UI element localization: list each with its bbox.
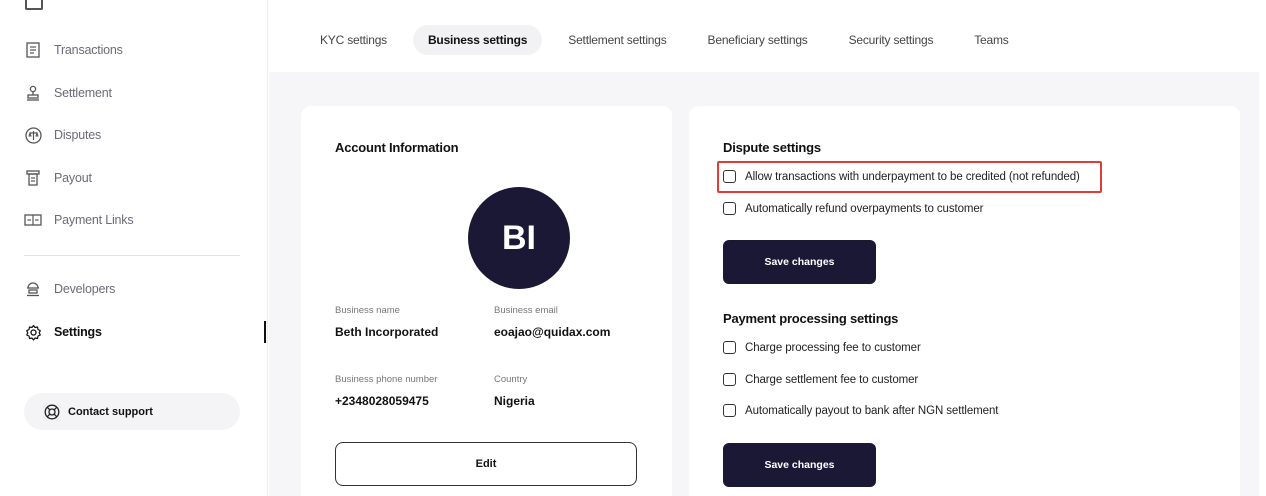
charge-processing-fee-checkbox[interactable]: [723, 341, 736, 354]
sidebar-item-label: Settlement: [54, 86, 112, 100]
business-name-label: Business name: [335, 305, 400, 316]
tab-teams[interactable]: Teams: [959, 25, 1023, 55]
auto-payout-checkbox[interactable]: [723, 404, 736, 417]
option-label: Allow transactions with underpayment to …: [745, 170, 1080, 183]
home-icon: [25, 0, 43, 10]
tab-kyc-settings[interactable]: KYC settings: [305, 25, 402, 55]
sidebar-divider: [24, 255, 240, 256]
option-label: Automatically payout to bank after NGN s…: [745, 404, 999, 417]
sidebar-item-label: Developers: [54, 282, 116, 296]
tab-business-settings[interactable]: Business settings: [412, 25, 543, 55]
dispute-settings-title: Dispute settings: [723, 140, 821, 155]
receipt-icon: [24, 41, 42, 59]
country-label: Country: [494, 374, 528, 385]
sidebar-item-label: Settings: [54, 325, 102, 339]
business-email-label: Business email: [494, 305, 558, 316]
sidebar-item-label: Disputes: [54, 128, 102, 142]
phone-value: +2348028059475: [335, 394, 429, 408]
stamp-icon: [24, 84, 42, 102]
refund-overpayment-option[interactable]: Automatically refund overpayments to cus…: [723, 202, 983, 215]
active-indicator: [264, 321, 266, 343]
link-icon: [24, 211, 42, 229]
sidebar-item-label: Payout: [54, 171, 92, 185]
save-dispute-settings-button[interactable]: Save changes: [723, 240, 876, 284]
auto-payout-option[interactable]: Automatically payout to bank after NGN s…: [723, 404, 998, 417]
underpayment-credit-checkbox[interactable]: [723, 170, 736, 183]
lifebuoy-icon: [44, 404, 60, 420]
sidebar-item-label: Transactions: [54, 43, 123, 57]
payout-icon: [24, 169, 42, 187]
tab-beneficiary-settings[interactable]: Beneficiary settings: [693, 25, 823, 55]
sidebar-item-settings[interactable]: Settings: [24, 320, 102, 344]
developer-icon: [24, 280, 42, 298]
sidebar-item-settlement[interactable]: Settlement: [24, 81, 112, 105]
business-email-value: eoajao@quidax.com: [494, 325, 611, 339]
avatar: BI: [468, 187, 570, 289]
option-label: Charge processing fee to customer: [745, 341, 921, 354]
tab-settlement-settings[interactable]: Settlement settings: [553, 25, 681, 55]
sidebar: Transactions Settlement Disputes Payout …: [0, 0, 268, 496]
account-information-title: Account Information: [335, 140, 459, 155]
settings-tabs: KYC settings Business settings Settlemen…: [305, 25, 1035, 55]
underpayment-credit-option[interactable]: Allow transactions with underpayment to …: [723, 170, 1080, 183]
charge-settlement-fee-option[interactable]: Charge settlement fee to customer: [723, 373, 918, 386]
main-content: KYC settings Business settings Settlemen…: [269, 0, 1266, 496]
sidebar-item-disputes[interactable]: Disputes: [24, 123, 101, 147]
gear-icon: [24, 323, 42, 341]
sidebar-item-developers[interactable]: Developers: [24, 277, 115, 301]
business-name-value: Beth Incorporated: [335, 325, 439, 339]
contact-support-label: Contact support: [68, 405, 153, 418]
save-payment-settings-button[interactable]: Save changes: [723, 443, 876, 487]
phone-label: Business phone number: [335, 374, 438, 385]
option-label: Charge settlement fee to customer: [745, 373, 919, 386]
refund-overpayment-checkbox[interactable]: [723, 202, 736, 215]
dispute-payment-settings-card: Dispute settings Allow transactions with…: [689, 106, 1240, 496]
charge-processing-fee-option[interactable]: Charge processing fee to customer: [723, 341, 921, 354]
sidebar-item-payment-links[interactable]: Payment Links: [24, 208, 134, 232]
scale-icon: [24, 126, 42, 144]
charge-settlement-fee-checkbox[interactable]: [723, 373, 736, 386]
sidebar-item-payout[interactable]: Payout: [24, 166, 92, 190]
account-information-card: Account Information BI Business name Bet…: [301, 106, 672, 496]
country-value: Nigeria: [494, 394, 535, 408]
edit-button[interactable]: Edit: [335, 442, 637, 486]
contact-support-button[interactable]: Contact support: [24, 393, 240, 430]
sidebar-item-transactions[interactable]: Transactions: [24, 38, 123, 62]
option-label: Automatically refund overpayments to cus…: [745, 202, 984, 215]
tab-security-settings[interactable]: Security settings: [834, 25, 949, 55]
payment-processing-title: Payment processing settings: [723, 311, 899, 326]
sidebar-item-label: Payment Links: [54, 213, 134, 227]
